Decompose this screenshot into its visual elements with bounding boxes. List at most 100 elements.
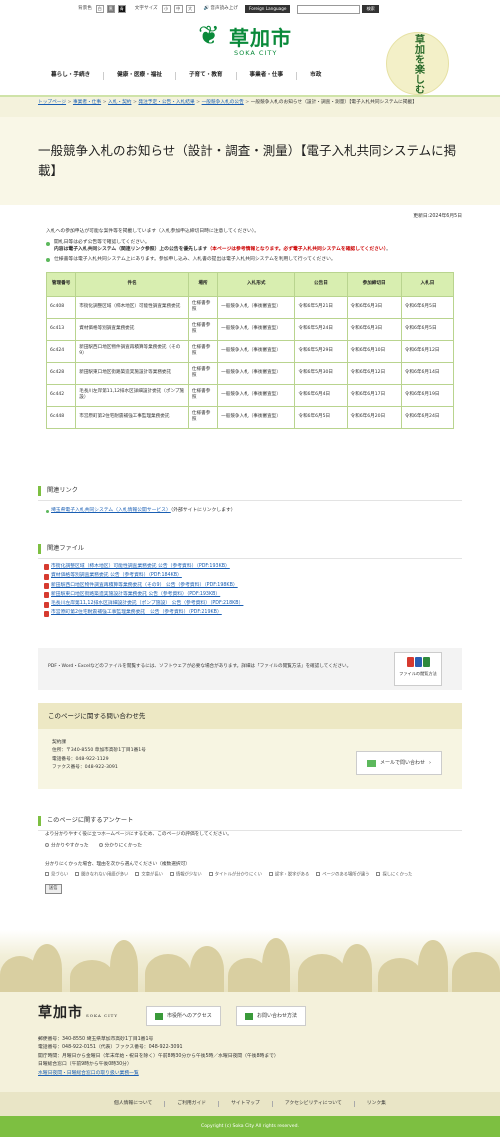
footer-tel: 電話番号：048-922-0151（代表）ファクス番号：048-922-3091 bbox=[38, 1045, 183, 1051]
file-link[interactable]: 市街化調整区域（柿木地区）可能性調査業務委託 公告（参考資料）（PDF:193K… bbox=[51, 564, 230, 571]
page-title: 一般競争入札のお知らせ（設計・調査・測量）【電子入札共同システムに掲載】 bbox=[38, 143, 457, 178]
list-item: 市街化調整区域（柿木地区）可能性調査業務委託 公告（参考資料）（PDF:193K… bbox=[38, 564, 462, 571]
footer-logo[interactable]: 草加市 SOKA CITY bbox=[38, 1004, 118, 1024]
decorative-trees bbox=[0, 930, 500, 994]
nav-item-life[interactable]: 暮らし・手続き bbox=[38, 72, 105, 80]
table-row: 6c413 資材価格等別調査業務委託 仕様書参照 一般競争入札（事後審査型） 令和6年5… bbox=[45, 317, 455, 341]
color-white-button[interactable]: 白 bbox=[95, 5, 104, 13]
file-type-icons bbox=[395, 657, 441, 667]
main-content: 更新日:2024年6月5日 入札への参加申込が可能な案件等を掲載しています（入札… bbox=[38, 205, 462, 429]
foreign-language-button[interactable]: Foreign Language bbox=[244, 5, 291, 13]
notice-list: 開札日等は必ず公告等で確認してください。 内容は電子入札共同システム（関連リンク参… bbox=[38, 240, 462, 263]
survey-question-1: より分かりやすく役に立つホームページにするため、このページの評価をしてください。 bbox=[45, 832, 232, 837]
breadcrumb-link[interactable]: トップページ bbox=[38, 100, 66, 105]
reason-checkbox[interactable]: 情報が少ない bbox=[169, 872, 202, 879]
cell-place: 仕様書参照 bbox=[187, 339, 219, 363]
footer-nav-item[interactable]: サイトマップ bbox=[219, 1100, 273, 1108]
table-row: 6c442 毛長川左岸第11,12排水区詳細設計委託（ポンプ施設） 仕様書参照 一般競… bbox=[45, 383, 455, 407]
list-item: 毛長川左岸第11,12排水区詳細設計委託（ポンプ施設） 公告（参考資料）（PDF… bbox=[38, 601, 462, 608]
reason-checkbox[interactable]: 聞きなれない用語が多い bbox=[75, 872, 128, 879]
footer-nav: 個人情報について ご利用ガイド サイトマップ アクセシビリティについて リンク集 bbox=[0, 1092, 500, 1116]
contact-box: このページに関する問い合わせ先 契約課 住所：〒340-8550 草加市高砂1丁… bbox=[38, 703, 462, 789]
radio-unclear[interactable]: 分かりにくかった bbox=[98, 842, 142, 850]
size-small-button[interactable]: 小 bbox=[161, 5, 171, 13]
promo-badge[interactable]: 草加を楽しむ bbox=[386, 32, 449, 95]
cell-notice: 令和6年5月30日 bbox=[294, 361, 348, 385]
footer-nav-item[interactable]: リンク集 bbox=[355, 1101, 398, 1108]
notice-bold: 内容は電子入札共同システム（関連リンク参照）上の公告を優先します bbox=[54, 247, 208, 253]
checkbox-icon bbox=[169, 872, 174, 877]
cell-id: 6c408 bbox=[45, 295, 77, 319]
reason-checkbox[interactable]: 文章が長い bbox=[135, 872, 163, 879]
checkbox-label: 誤字・脱字がある bbox=[274, 872, 310, 878]
list-item: 市営原町第2住宅耐震補強工事監理業務委託 公告（参考資料）（PDF:219KB） bbox=[38, 610, 462, 617]
checkbox-label: 探しにくかった bbox=[382, 872, 413, 878]
pdf-icon bbox=[44, 564, 49, 571]
file-viewer-button[interactable]: ファイルの閲覧方法 bbox=[394, 652, 442, 686]
nav-item-government[interactable]: 市政 bbox=[297, 72, 334, 80]
cell-title: 新田駅西口地区物件調査再積算等業務委託（その9） bbox=[75, 339, 189, 363]
breadcrumb: トップページ > 事業者・仕事 > 入札・契約 > 発注予定・公告・入札結果 >… bbox=[0, 95, 500, 117]
color-blue-button[interactable]: 青 bbox=[117, 5, 126, 13]
mail-inquiry-button[interactable]: メールで問い合わせ › bbox=[356, 751, 442, 775]
radio-label: 分かりやすかった bbox=[51, 843, 89, 849]
nav-item-education[interactable]: 子育て・教育 bbox=[176, 72, 237, 80]
excel-icon bbox=[422, 657, 430, 667]
search-input[interactable] bbox=[297, 4, 361, 14]
title-band: 一般競争入札のお知らせ（設計・調査・測量）【電子入札共同システムに掲載】 bbox=[0, 117, 500, 205]
file-link[interactable]: 資材価格等別調査業務委託 公告（参考資料）（PDF:184KB） bbox=[51, 573, 182, 580]
radio-clear[interactable]: 分かりやすかった bbox=[45, 842, 89, 850]
inquiry-button[interactable]: お問い合わせ方法 bbox=[236, 1006, 307, 1026]
footer-nav-item[interactable]: アクセシビリティについて bbox=[273, 1100, 355, 1108]
breadcrumb-link[interactable]: 事業者・仕事 bbox=[73, 100, 101, 105]
breadcrumb-link[interactable]: 発注予定・公告・入札結果 bbox=[138, 100, 194, 105]
reason-checkbox[interactable]: 見づらい bbox=[45, 872, 68, 879]
footer-nav-item[interactable]: ご利用ガイド bbox=[165, 1100, 220, 1108]
file-link[interactable]: 毛長川左岸第11,12排水区詳細設計委託（ポンプ施設） 公告（参考資料）（PDF… bbox=[51, 601, 243, 608]
cell-bid: 令和6年6月5日 bbox=[400, 317, 455, 341]
list-item: 埼玉県電子入札共同システム（入札情報公開サービス）（外部サイトにリンクします） bbox=[38, 508, 462, 515]
reason-checkbox[interactable]: タイトルが分かりにくい bbox=[208, 872, 262, 879]
external-link[interactable]: 埼玉県電子入札共同システム（入札情報公開サービス） bbox=[51, 508, 171, 513]
cell-type: 一般競争入札（事後審査型） bbox=[217, 405, 296, 429]
cell-type: 一般競争入札（事後審査型） bbox=[217, 295, 296, 319]
survey-submit-button[interactable]: 送信 bbox=[45, 883, 62, 894]
reason-checkbox[interactable]: ページのある場所が違う bbox=[316, 872, 369, 879]
lead-text: 入札への参加申込が可能な案件等を掲載しています（入札参加申込締切日時に注意してく… bbox=[46, 228, 260, 234]
mail-icon bbox=[366, 759, 376, 767]
color-black-button[interactable]: 黒 bbox=[106, 5, 115, 13]
footer-nav-item[interactable]: 個人情報について bbox=[102, 1100, 166, 1108]
access-button[interactable]: 市役所へのアクセス bbox=[146, 1006, 221, 1026]
cell-deadline: 令和6年6月20日 bbox=[346, 405, 402, 429]
size-large-button[interactable]: 大 bbox=[185, 5, 195, 13]
cell-place: 仕様書参照 bbox=[187, 317, 219, 341]
survey-radios: 分かりやすかった 分かりにくかった bbox=[38, 842, 462, 850]
footer-logo-name: 草加市 bbox=[38, 1005, 83, 1021]
site-logo[interactable]: ❦ 草加市 SOKA CITY bbox=[198, 22, 302, 60]
footer-hours-link[interactable]: 水曜日夜間・日曜総合窓口の取り扱い業務一覧 bbox=[38, 1071, 139, 1076]
notice-text: 開札日等は必ず公告等で確認してください。 bbox=[54, 240, 150, 246]
footer-sunday: 日曜総合窓口（午前9時から午後0時30分） bbox=[38, 1062, 132, 1068]
breadcrumb-link[interactable]: 一般競争入札の公告 bbox=[202, 100, 244, 105]
table-row: 6c408 市街化調整区域（柿木地区）可能性調査業務委託 仕様書参照 一般競争入札（事… bbox=[45, 295, 455, 319]
radio-icon bbox=[45, 842, 49, 847]
reason-checkbox[interactable]: 探しにくかった bbox=[376, 872, 412, 879]
breadcrumb-link[interactable]: 入札・契約 bbox=[108, 100, 131, 105]
table-row: 6c428 新田駅東口地区街路築造実施設計等業務委託 仕様書参照 一般競争入札（事後審… bbox=[45, 361, 455, 385]
col-header: 入札日 bbox=[400, 271, 455, 297]
nav-item-health[interactable]: 健康・医療・福祉 bbox=[104, 72, 176, 80]
file-link[interactable]: 市営原町第2住宅耐震補強工事監理業務委託 公告（参考資料）（PDF:219KB） bbox=[51, 610, 222, 617]
mail-button-label: メールで問い合わせ bbox=[379, 759, 425, 766]
word-icon bbox=[414, 657, 422, 667]
search-button[interactable]: 検索 bbox=[362, 5, 379, 13]
file-link[interactable]: 新田駅西口地区物件調査再積算等業務委託（その9） 公告（参考資料）（PDF:19… bbox=[51, 583, 238, 590]
cell-title: 資材価格等別調査業務委託 bbox=[75, 317, 189, 341]
list-item: 新田駅西口地区物件調査再積算等業務委託（その9） 公告（参考資料）（PDF:19… bbox=[38, 583, 462, 590]
car-icon bbox=[155, 1012, 163, 1020]
size-medium-button[interactable]: 中 bbox=[173, 5, 183, 13]
utility-bar: 背景色 白 黒 青 文字サイズ 小 中 大 🔊 音声読み上げ Foreign La… bbox=[0, 0, 500, 18]
reason-checkbox[interactable]: 誤字・脱字がある bbox=[268, 872, 310, 879]
nav-item-business[interactable]: 事業者・仕事 bbox=[237, 72, 298, 80]
speak-link[interactable]: 🔊 音声読み上げ bbox=[204, 6, 238, 12]
file-link[interactable]: 新田駅東口地区街路築造実施設計等業務委託 公告（参考資料）（PDF:193KB） bbox=[51, 592, 220, 599]
